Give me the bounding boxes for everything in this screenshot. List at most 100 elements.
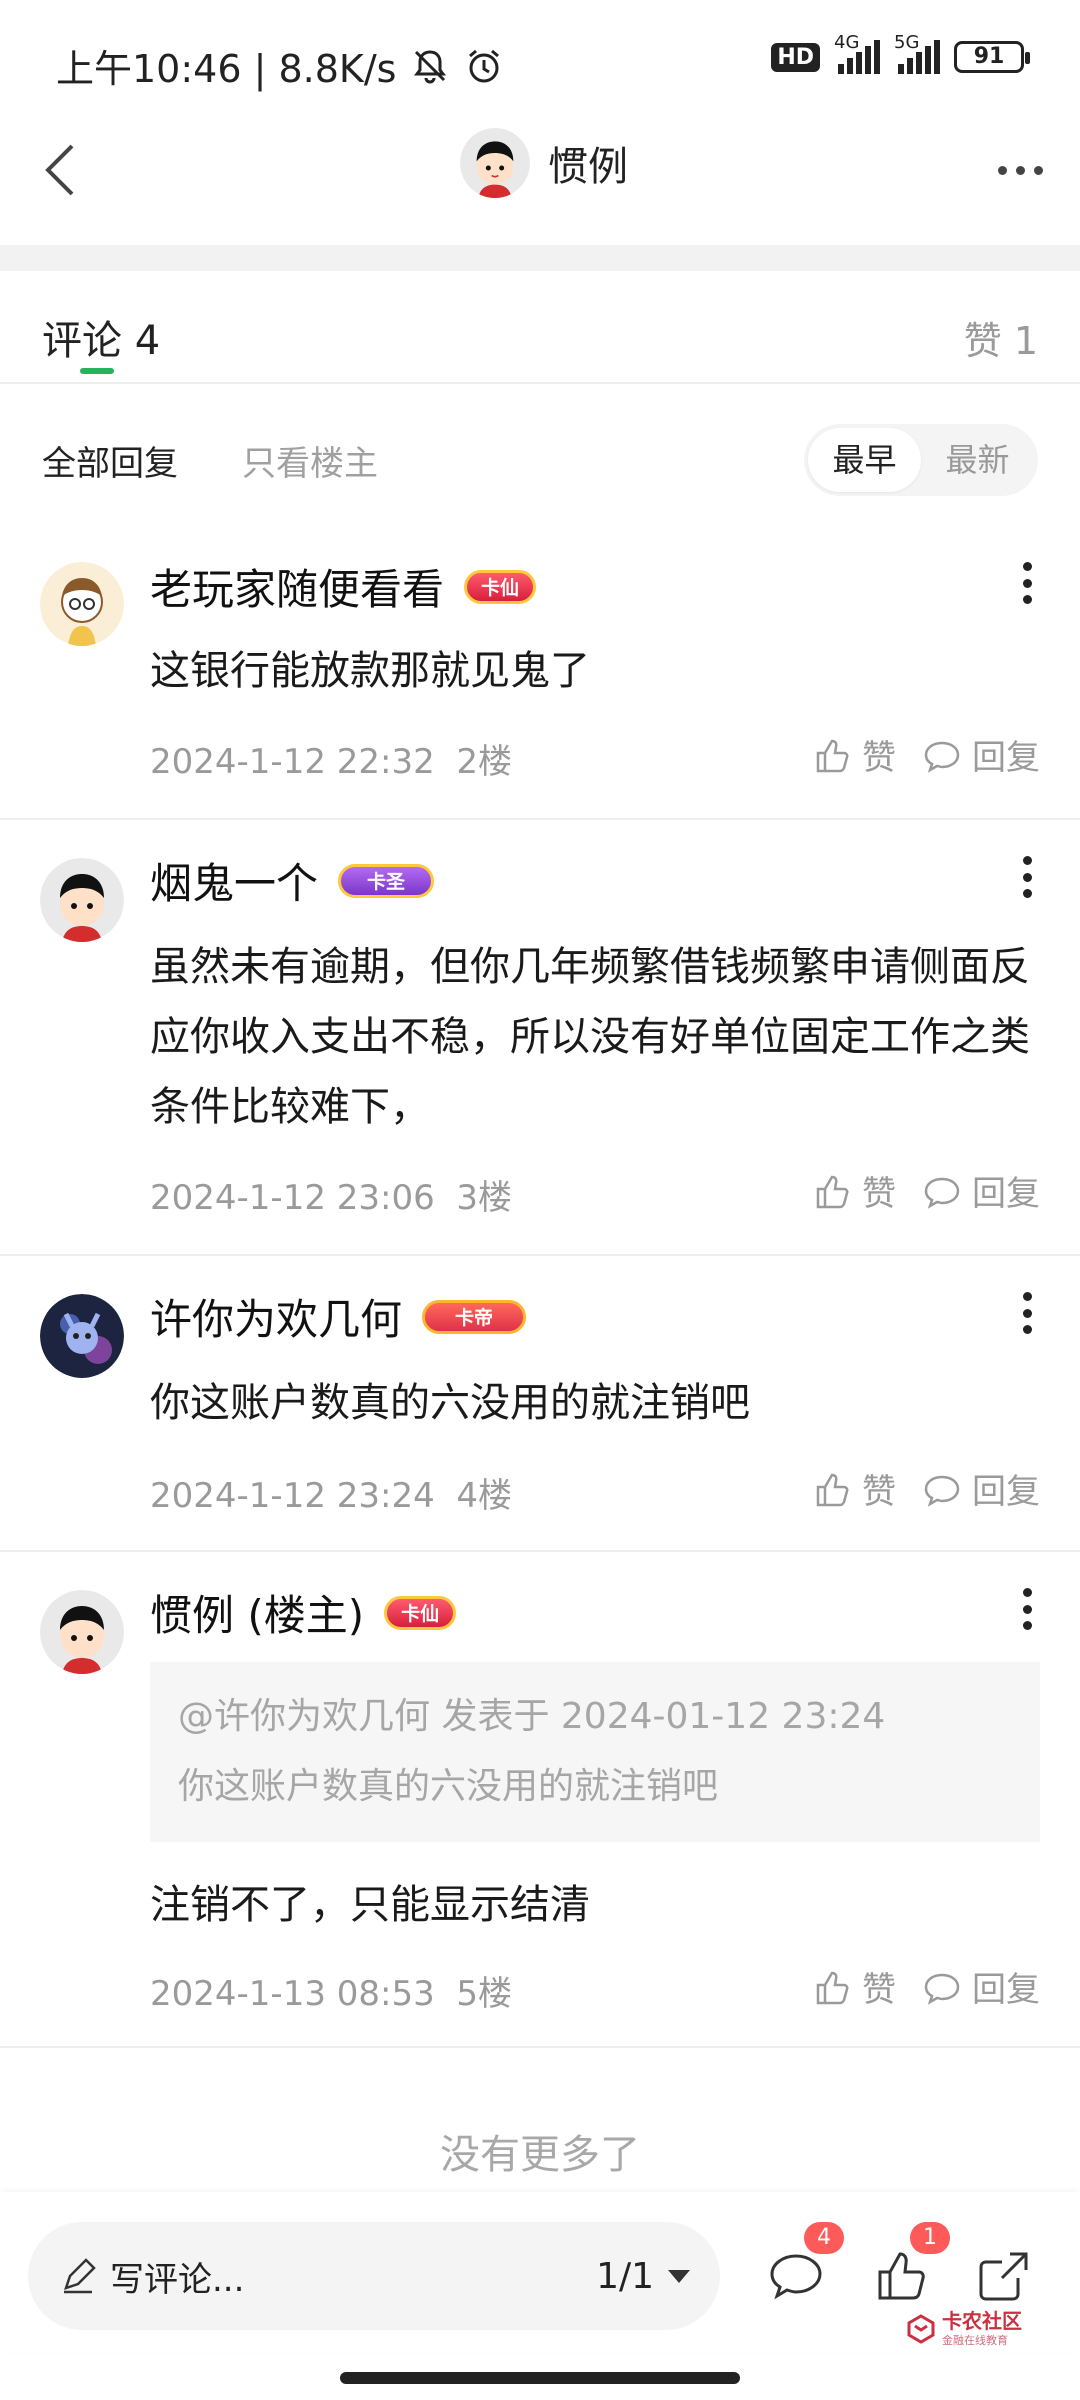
like-button[interactable]: 赞 bbox=[812, 1962, 896, 2011]
reply-label: 回复 bbox=[972, 1174, 1040, 1214]
no-more-label: 没有更多了 bbox=[440, 2132, 640, 2178]
logo-icon bbox=[907, 2314, 935, 2344]
reply-button[interactable]: 回复 bbox=[922, 1962, 1040, 2011]
reply-button[interactable]: 回复 bbox=[922, 1464, 1040, 1513]
likes-count-badge: 1 bbox=[910, 2222, 950, 2254]
sort-latest[interactable]: 最新 bbox=[921, 428, 1034, 492]
comment-options-button[interactable] bbox=[1012, 852, 1042, 902]
avatar[interactable] bbox=[40, 1294, 124, 1378]
comment-body: 这银行能放款那就见鬼了 bbox=[150, 648, 590, 694]
like-post-button[interactable]: 1 bbox=[872, 2222, 950, 2306]
comment-item: 烟鬼一个 卡圣 虽然未有逾期，但你几年频繁借钱频繁申请侧面反应你收入支出不稳，所… bbox=[0, 820, 1080, 1256]
comment-options-button[interactable] bbox=[1012, 1288, 1042, 1338]
comments-count-badge: 4 bbox=[804, 2222, 844, 2254]
write-comment-input[interactable]: 写评论... 1/1 bbox=[28, 2222, 720, 2330]
comment-actions: 赞 回复 bbox=[812, 1166, 1040, 1215]
pencil-icon bbox=[64, 2258, 96, 2294]
signal-5g-icon: 5G bbox=[894, 32, 940, 74]
muted-bell-icon bbox=[410, 46, 450, 86]
like-button[interactable]: 赞 bbox=[812, 1166, 896, 1215]
kebab-icon bbox=[1022, 562, 1032, 571]
more-icon bbox=[997, 165, 1007, 175]
watermark-logo: 卡农社区 金融在线教育 bbox=[906, 2310, 1022, 2348]
comment-options-button[interactable] bbox=[1012, 1584, 1042, 1634]
page-title: 惯例 bbox=[548, 144, 628, 190]
comment-author[interactable]: 惯例 (楼主) bbox=[150, 1582, 364, 1643]
comment-item: 许你为欢几何 卡帝 你这账户数真的六没用的就注销吧 2024-1-12 23:2… bbox=[0, 1256, 1080, 1552]
comment-author[interactable]: 老玩家随便看看 bbox=[150, 556, 444, 617]
comment-floor: 5楼 bbox=[456, 1974, 513, 2014]
kebab-icon bbox=[1022, 1588, 1032, 1597]
network-5g-label: 5G bbox=[894, 32, 920, 53]
title-bar: 惯例 bbox=[0, 110, 1080, 240]
comment-meta: 2024-1-13 08:53 5楼 bbox=[150, 1966, 512, 2015]
signal-4g-icon: 4G bbox=[834, 32, 880, 74]
tab-comments[interactable]: 评论 4 bbox=[42, 308, 160, 366]
level-badge: 卡仙 bbox=[384, 1595, 457, 1630]
tab-likes[interactable]: 赞 1 bbox=[964, 310, 1038, 365]
quote-header: @许你为欢几何 发表于 2024-01-12 23:24 bbox=[178, 1696, 886, 1737]
status-bar: 上午10:46 | 8.8K/s HD 4G 5G 91 bbox=[0, 0, 1080, 120]
comments-button[interactable]: 4 bbox=[766, 2222, 844, 2306]
thumbs-up-icon bbox=[816, 739, 849, 772]
comment-author[interactable]: 许你为欢几何 bbox=[150, 1286, 402, 1347]
title-user[interactable]: 惯例 bbox=[460, 128, 628, 198]
like-label: 赞 bbox=[862, 1970, 896, 2010]
comment-meta: 2024-1-12 22:32 2楼 bbox=[150, 734, 512, 783]
chevron-down-icon[interactable] bbox=[668, 2269, 690, 2283]
status-time-speed: 上午10:46 | 8.8K/s bbox=[56, 47, 397, 91]
filter-all-replies[interactable]: 全部回复 bbox=[42, 436, 178, 485]
watermark-title: 卡农社区 bbox=[942, 2309, 1022, 2333]
reply-label: 回复 bbox=[972, 1970, 1040, 2010]
battery-indicator: 91 bbox=[954, 41, 1030, 73]
avatar[interactable] bbox=[40, 1590, 124, 1674]
reply-button[interactable]: 回复 bbox=[922, 1166, 1040, 1215]
avatar[interactable] bbox=[40, 858, 124, 942]
comment-options-button[interactable] bbox=[1012, 558, 1042, 608]
comment-floor: 3楼 bbox=[456, 1178, 513, 1218]
comment-date: 2024-1-12 22:32 bbox=[150, 742, 435, 782]
back-arrow-icon bbox=[45, 144, 74, 196]
write-comment-placeholder: 写评论... bbox=[110, 2259, 245, 2300]
comment-bubble-icon bbox=[924, 1973, 960, 2005]
page-indicator[interactable]: 1/1 bbox=[596, 2256, 654, 2297]
like-label: 赞 bbox=[862, 1174, 896, 1214]
thumbs-up-icon bbox=[816, 1971, 849, 2004]
comment-date: 2024-1-13 08:53 bbox=[150, 1974, 435, 2014]
quoted-reply[interactable]: @许你为欢几何 发表于 2024-01-12 23:24 你这账户数真的六没用的… bbox=[150, 1662, 1040, 1842]
reply-button[interactable]: 回复 bbox=[922, 730, 1040, 779]
comment-item: 惯例 (楼主) 卡仙 @许你为欢几何 发表于 2024-01-12 23:24 … bbox=[0, 1552, 1080, 2048]
share-button[interactable] bbox=[974, 2246, 1034, 2306]
kebab-icon bbox=[1022, 856, 1032, 865]
sort-earliest[interactable]: 最早 bbox=[808, 428, 921, 492]
filter-owner-only[interactable]: 只看楼主 bbox=[242, 436, 378, 485]
comments-header: 评论 4 赞 1 bbox=[0, 272, 1080, 384]
level-badge: 卡圣 bbox=[338, 863, 435, 898]
status-right: HD 4G 5G 91 bbox=[771, 32, 1030, 74]
comment-header: 老玩家随便看看 卡仙 bbox=[150, 556, 537, 617]
like-label: 赞 bbox=[862, 738, 896, 778]
comment-meta: 2024-1-12 23:24 4楼 bbox=[150, 1468, 512, 1517]
like-button[interactable]: 赞 bbox=[812, 1464, 896, 1513]
comment-author[interactable]: 烟鬼一个 bbox=[150, 850, 318, 911]
comment-actions: 赞 回复 bbox=[812, 1464, 1040, 1513]
share-icon bbox=[979, 2252, 1028, 2301]
home-indicator[interactable] bbox=[340, 2372, 740, 2384]
network-4g-label: 4G bbox=[834, 32, 860, 53]
watermark-subtitle: 金融在线教育 bbox=[942, 2334, 1008, 2347]
like-label: 赞 bbox=[862, 1472, 896, 1512]
kebab-icon bbox=[1022, 1292, 1032, 1301]
more-button[interactable] bbox=[980, 140, 1060, 200]
comment-bubble-icon bbox=[924, 1177, 960, 1209]
comment-actions: 赞 回复 bbox=[812, 730, 1040, 779]
comment-meta: 2024-1-12 23:06 3楼 bbox=[150, 1170, 512, 1219]
avatar[interactable] bbox=[40, 562, 124, 646]
thumbs-up-icon bbox=[816, 1175, 849, 1208]
section-divider bbox=[0, 245, 1080, 271]
comment-bubble-icon bbox=[770, 2254, 822, 2300]
alarm-icon bbox=[464, 46, 504, 86]
like-button[interactable]: 赞 bbox=[812, 730, 896, 779]
comment-date: 2024-1-12 23:06 bbox=[150, 1178, 435, 1218]
back-button[interactable] bbox=[20, 130, 100, 210]
comment-body: 虽然未有逾期，但你几年频繁借钱频繁申请侧面反应你收入支出不稳，所以没有好单位固定… bbox=[150, 944, 1030, 1130]
